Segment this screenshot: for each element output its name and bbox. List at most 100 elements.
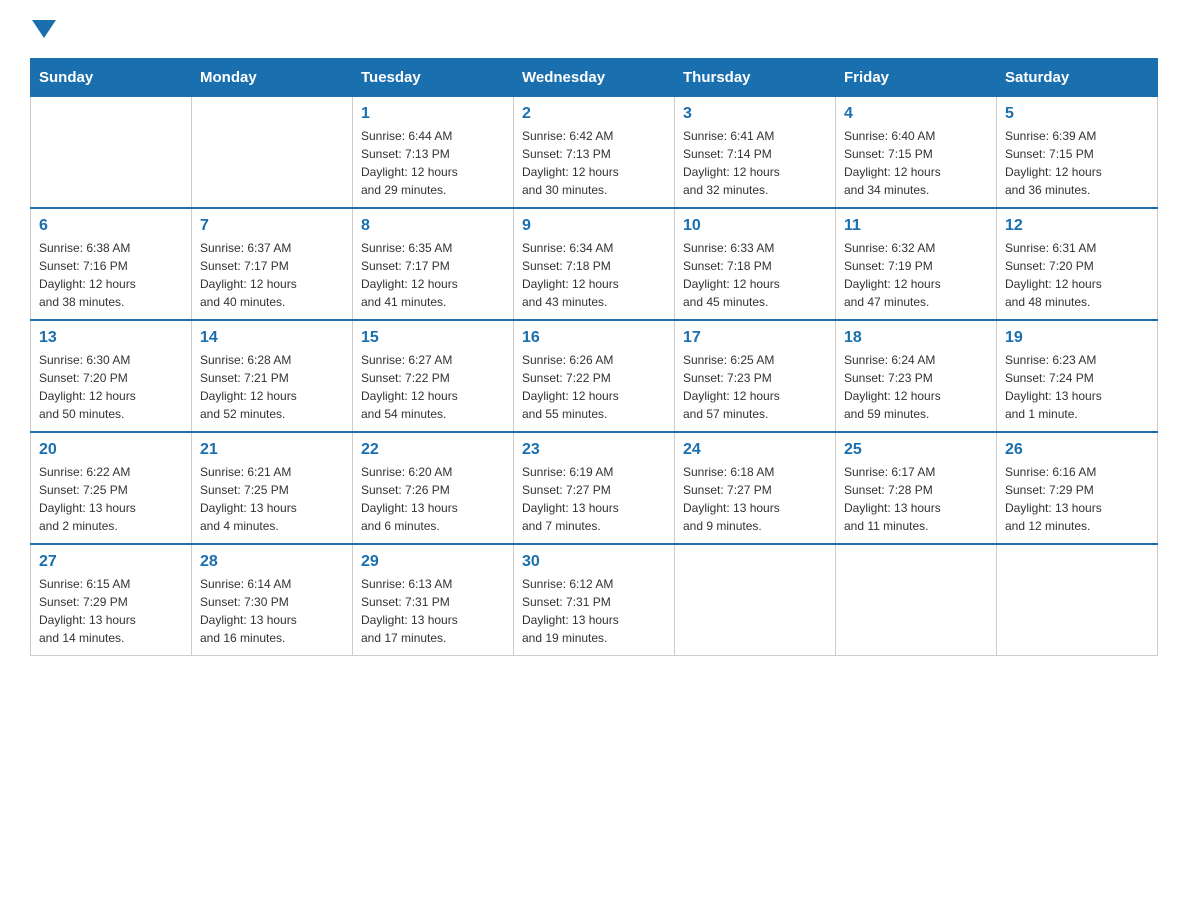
day-number: 18 (844, 329, 988, 347)
day-number: 8 (361, 217, 505, 235)
day-info: Sunrise: 6:24 AM Sunset: 7:23 PM Dayligh… (844, 351, 988, 423)
calendar-cell: 16 Sunrise: 6:26 AM Sunset: 7:22 PM Dayli… (514, 320, 675, 432)
day-info: Sunrise: 6:22 AM Sunset: 7:25 PM Dayligh… (39, 463, 183, 535)
day-number: 9 (522, 217, 666, 235)
day-number: 14 (200, 329, 344, 347)
calendar-cell: 8 Sunrise: 6:35 AM Sunset: 7:17 PM Daylig… (353, 208, 514, 320)
calendar-cell: 14 Sunrise: 6:28 AM Sunset: 7:21 PM Dayli… (192, 320, 353, 432)
day-number: 26 (1005, 441, 1149, 459)
day-number: 28 (200, 553, 344, 571)
day-number: 16 (522, 329, 666, 347)
day-info: Sunrise: 6:13 AM Sunset: 7:31 PM Dayligh… (361, 575, 505, 647)
day-number: 29 (361, 553, 505, 571)
calendar-table: Sunday Monday Tuesday Wednesday Thursday… (30, 58, 1158, 656)
logo (30, 20, 56, 38)
calendar-cell (192, 97, 353, 209)
calendar-cell: 22 Sunrise: 6:20 AM Sunset: 7:26 PM Dayli… (353, 432, 514, 544)
day-number: 13 (39, 329, 183, 347)
calendar-week-row: 20 Sunrise: 6:22 AM Sunset: 7:25 PM Dayli… (31, 432, 1158, 544)
day-info: Sunrise: 6:32 AM Sunset: 7:19 PM Dayligh… (844, 239, 988, 311)
calendar-cell: 18 Sunrise: 6:24 AM Sunset: 7:23 PM Dayli… (836, 320, 997, 432)
calendar-cell: 7 Sunrise: 6:37 AM Sunset: 7:17 PM Daylig… (192, 208, 353, 320)
day-info: Sunrise: 6:44 AM Sunset: 7:13 PM Dayligh… (361, 127, 505, 199)
day-number: 12 (1005, 217, 1149, 235)
header-sunday: Sunday (31, 59, 192, 97)
calendar-week-row: 1Sunrise: 6:44 AM Sunset: 7:13 PM Daylig… (31, 97, 1158, 209)
day-info: Sunrise: 6:40 AM Sunset: 7:15 PM Dayligh… (844, 127, 988, 199)
day-number: 20 (39, 441, 183, 459)
day-number: 3 (683, 105, 827, 123)
page-header (30, 20, 1158, 38)
day-info: Sunrise: 6:37 AM Sunset: 7:17 PM Dayligh… (200, 239, 344, 311)
day-info: Sunrise: 6:30 AM Sunset: 7:20 PM Dayligh… (39, 351, 183, 423)
day-info: Sunrise: 6:12 AM Sunset: 7:31 PM Dayligh… (522, 575, 666, 647)
day-number: 24 (683, 441, 827, 459)
day-info: Sunrise: 6:19 AM Sunset: 7:27 PM Dayligh… (522, 463, 666, 535)
day-number: 10 (683, 217, 827, 235)
calendar-cell: 12 Sunrise: 6:31 AM Sunset: 7:20 PM Dayli… (997, 208, 1158, 320)
day-number: 7 (200, 217, 344, 235)
calendar-cell: 2 Sunrise: 6:42 AM Sunset: 7:13 PM Daylig… (514, 97, 675, 209)
day-number: 2 (522, 105, 666, 123)
day-info: Sunrise: 6:17 AM Sunset: 7:28 PM Dayligh… (844, 463, 988, 535)
day-number: 6 (39, 217, 183, 235)
calendar-cell: 10 Sunrise: 6:33 AM Sunset: 7:18 PM Dayli… (675, 208, 836, 320)
day-info: Sunrise: 6:41 AM Sunset: 7:14 PM Dayligh… (683, 127, 827, 199)
header-monday: Monday (192, 59, 353, 97)
day-number: 22 (361, 441, 505, 459)
calendar-cell: 26Sunrise: 6:16 AM Sunset: 7:29 PM Dayli… (997, 432, 1158, 544)
header-wednesday: Wednesday (514, 59, 675, 97)
calendar-cell: 25 Sunrise: 6:17 AM Sunset: 7:28 PM Dayli… (836, 432, 997, 544)
calendar-cell: 11 Sunrise: 6:32 AM Sunset: 7:19 PM Dayli… (836, 208, 997, 320)
calendar-cell: 9 Sunrise: 6:34 AM Sunset: 7:18 PM Daylig… (514, 208, 675, 320)
calendar-cell: 29 Sunrise: 6:13 AM Sunset: 7:31 PM Dayli… (353, 544, 514, 656)
day-info: Sunrise: 6:15 AM Sunset: 7:29 PM Dayligh… (39, 575, 183, 647)
calendar-cell (675, 544, 836, 656)
day-info: Sunrise: 6:35 AM Sunset: 7:17 PM Dayligh… (361, 239, 505, 311)
calendar-cell: 6 Sunrise: 6:38 AM Sunset: 7:16 PM Daylig… (31, 208, 192, 320)
calendar-week-row: 13 Sunrise: 6:30 AM Sunset: 7:20 PM Dayli… (31, 320, 1158, 432)
day-info: Sunrise: 6:14 AM Sunset: 7:30 PM Dayligh… (200, 575, 344, 647)
calendar-cell: 4 Sunrise: 6:40 AM Sunset: 7:15 PM Daylig… (836, 97, 997, 209)
day-number: 11 (844, 217, 988, 235)
day-number: 25 (844, 441, 988, 459)
calendar-cell: 17 Sunrise: 6:25 AM Sunset: 7:23 PM Dayli… (675, 320, 836, 432)
calendar-cell: 30 Sunrise: 6:12 AM Sunset: 7:31 PM Dayli… (514, 544, 675, 656)
day-number: 21 (200, 441, 344, 459)
calendar-cell: 15 Sunrise: 6:27 AM Sunset: 7:22 PM Dayli… (353, 320, 514, 432)
day-number: 17 (683, 329, 827, 347)
calendar-cell: 24Sunrise: 6:18 AM Sunset: 7:27 PM Dayli… (675, 432, 836, 544)
day-number: 30 (522, 553, 666, 571)
day-info: Sunrise: 6:34 AM Sunset: 7:18 PM Dayligh… (522, 239, 666, 311)
day-number: 5 (1005, 105, 1149, 123)
day-info: Sunrise: 6:33 AM Sunset: 7:18 PM Dayligh… (683, 239, 827, 311)
day-number: 4 (844, 105, 988, 123)
header-saturday: Saturday (997, 59, 1158, 97)
day-info: Sunrise: 6:38 AM Sunset: 7:16 PM Dayligh… (39, 239, 183, 311)
day-number: 23 (522, 441, 666, 459)
header-thursday: Thursday (675, 59, 836, 97)
calendar-cell: 23 Sunrise: 6:19 AM Sunset: 7:27 PM Dayli… (514, 432, 675, 544)
calendar-cell (997, 544, 1158, 656)
calendar-cell: 3 Sunrise: 6:41 AM Sunset: 7:14 PM Daylig… (675, 97, 836, 209)
day-info: Sunrise: 6:21 AM Sunset: 7:25 PM Dayligh… (200, 463, 344, 535)
day-info: Sunrise: 6:39 AM Sunset: 7:15 PM Dayligh… (1005, 127, 1149, 199)
calendar-cell (31, 97, 192, 209)
calendar-cell (836, 544, 997, 656)
day-info: Sunrise: 6:23 AM Sunset: 7:24 PM Dayligh… (1005, 351, 1149, 423)
day-info: Sunrise: 6:31 AM Sunset: 7:20 PM Dayligh… (1005, 239, 1149, 311)
calendar-header-row: Sunday Monday Tuesday Wednesday Thursday… (31, 59, 1158, 97)
day-info: Sunrise: 6:27 AM Sunset: 7:22 PM Dayligh… (361, 351, 505, 423)
calendar-week-row: 6 Sunrise: 6:38 AM Sunset: 7:16 PM Daylig… (31, 208, 1158, 320)
calendar-cell: 13 Sunrise: 6:30 AM Sunset: 7:20 PM Dayli… (31, 320, 192, 432)
calendar-cell: 1Sunrise: 6:44 AM Sunset: 7:13 PM Daylig… (353, 97, 514, 209)
day-info: Sunrise: 6:26 AM Sunset: 7:22 PM Dayligh… (522, 351, 666, 423)
day-info: Sunrise: 6:20 AM Sunset: 7:26 PM Dayligh… (361, 463, 505, 535)
day-number: 19 (1005, 329, 1149, 347)
day-info: Sunrise: 6:42 AM Sunset: 7:13 PM Dayligh… (522, 127, 666, 199)
day-info: Sunrise: 6:28 AM Sunset: 7:21 PM Dayligh… (200, 351, 344, 423)
day-number: 27 (39, 553, 183, 571)
day-info: Sunrise: 6:25 AM Sunset: 7:23 PM Dayligh… (683, 351, 827, 423)
header-tuesday: Tuesday (353, 59, 514, 97)
day-number: 15 (361, 329, 505, 347)
